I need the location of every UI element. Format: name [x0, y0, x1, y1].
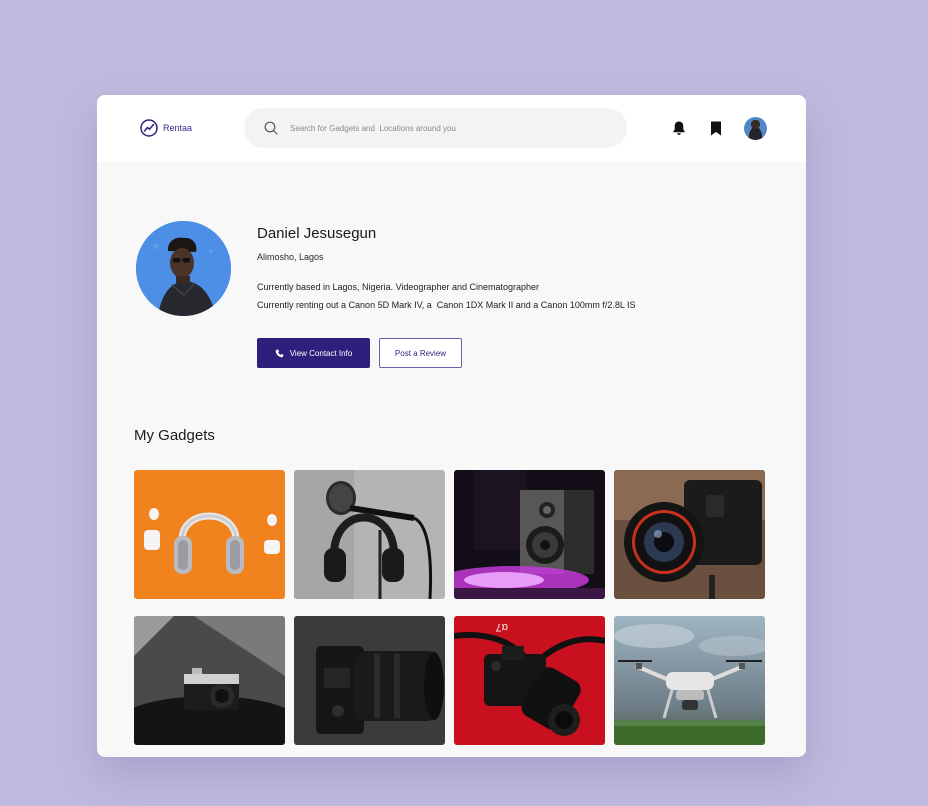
- phone-icon: [275, 349, 284, 357]
- top-navigation-bar: Rentaa: [97, 95, 806, 162]
- profile-location: Alimosho, Lagos: [257, 252, 324, 262]
- gadget-tile-speaker[interactable]: [454, 470, 605, 599]
- brand-logo[interactable]: Rentaa: [140, 119, 192, 137]
- camera-on-red-image: α7: [454, 616, 605, 745]
- profile-bio-line-1: Currently based in Lagos, Nigeria. Video…: [257, 282, 540, 292]
- gadget-tile-headphones[interactable]: [134, 470, 285, 599]
- view-contact-info-button[interactable]: View Contact Info: [257, 338, 370, 368]
- speaker-image: [454, 470, 605, 599]
- gadget-tile-mirrorless-camera[interactable]: [294, 616, 445, 745]
- gadget-tile-camera-on-red[interactable]: α7: [454, 616, 605, 745]
- bookmark-icon[interactable]: [709, 121, 723, 136]
- studio-headphones-image: [294, 470, 445, 599]
- profile-photo: [136, 221, 231, 316]
- profile-name: Daniel Jesusegun: [257, 225, 377, 242]
- drone-image: [614, 616, 765, 745]
- search-icon: [264, 121, 278, 135]
- gadget-tile-camera-lens[interactable]: [614, 470, 765, 599]
- bell-icon[interactable]: [671, 120, 687, 136]
- svg-text:α7: α7: [496, 621, 508, 633]
- mirrorless-camera-image: [294, 616, 445, 745]
- trend-up-logo-icon: [140, 119, 158, 137]
- compact-camera-image: [134, 616, 285, 745]
- profile-bio-line-2: Currently renting out a Canon 5D Mark IV…: [257, 300, 636, 310]
- gadget-tile-drone[interactable]: [614, 616, 765, 745]
- view-contact-info-label: View Contact Info: [289, 348, 353, 358]
- gadget-tile-compact-camera[interactable]: [134, 616, 285, 745]
- headphones-image: [134, 470, 285, 599]
- post-review-button[interactable]: Post a Review: [379, 338, 462, 368]
- brand-name: Rentaa: [163, 123, 193, 133]
- gadget-tile-studio-headphones[interactable]: [294, 470, 445, 599]
- app-window: Rentaa Search for Gadgets and Locations …: [97, 95, 806, 757]
- camera-lens-image: [614, 470, 765, 599]
- search-input[interactable]: [290, 119, 610, 137]
- user-avatar[interactable]: [744, 117, 767, 140]
- section-title: My Gadgets: [134, 427, 215, 444]
- search-bar[interactable]: [244, 108, 627, 148]
